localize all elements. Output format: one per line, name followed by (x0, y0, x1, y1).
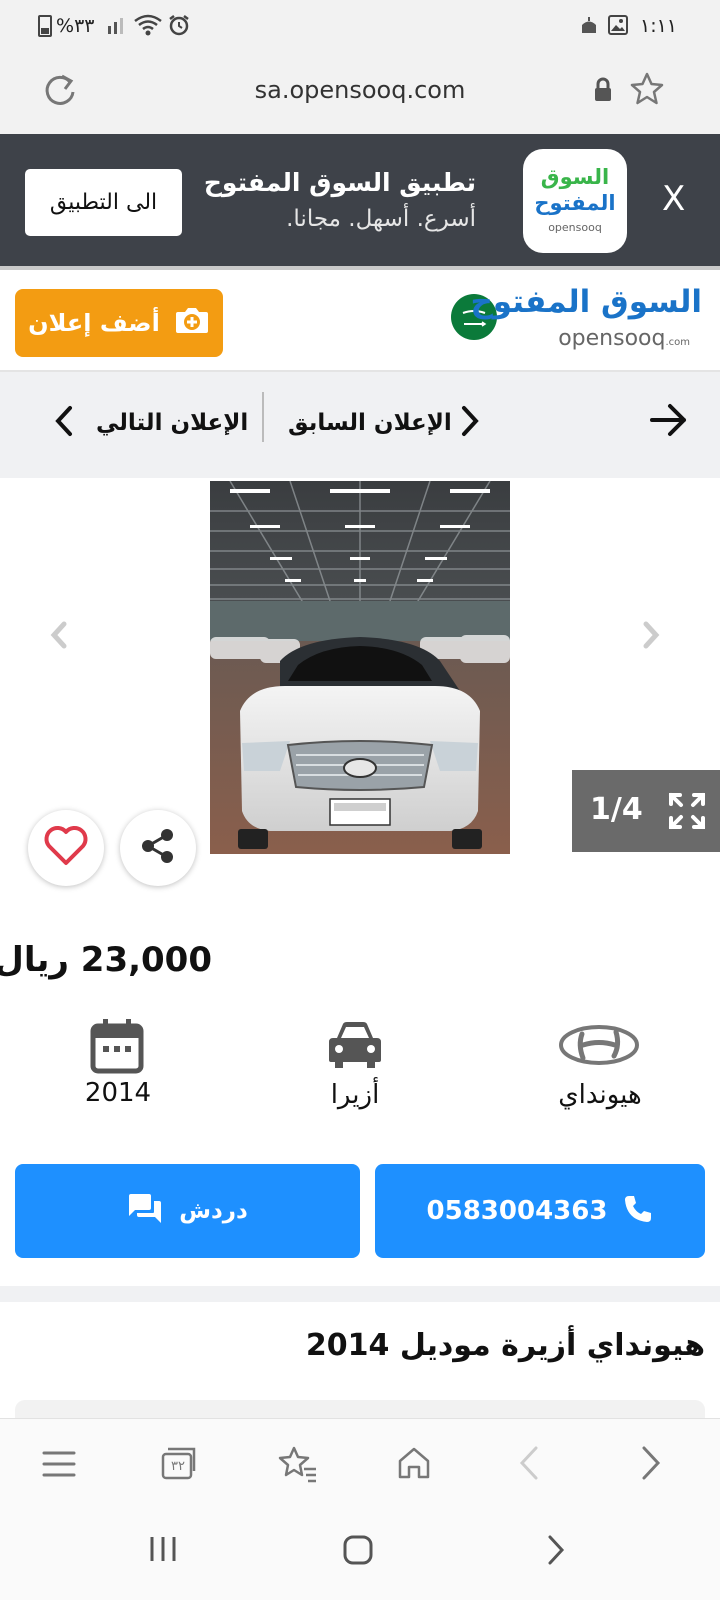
recent-apps-icon[interactable] (148, 1534, 178, 1568)
image-icon (608, 15, 628, 40)
site-logo-arabic: السوق المفتوح (470, 284, 702, 320)
home-button-icon[interactable] (342, 1534, 374, 1570)
tab-count: ٣٢ (171, 1459, 185, 1474)
call-button[interactable]: 0583004363 (375, 1164, 705, 1258)
lock-icon[interactable] (592, 76, 614, 108)
spec-model-label: أزيرا (330, 1080, 380, 1110)
back-icon[interactable] (518, 1445, 540, 1485)
chat-label: دردش (179, 1198, 248, 1224)
section-divider (0, 1286, 720, 1302)
system-back-icon[interactable] (546, 1534, 566, 1570)
phone-icon (623, 1194, 653, 1228)
browser-toolbar: ٣٢ (0, 1418, 720, 1510)
listing-price: 23,000 ريال (0, 940, 212, 980)
forward-icon[interactable] (640, 1445, 662, 1485)
chat-icon (127, 1193, 163, 1229)
status-time: ١:١١ (640, 15, 678, 37)
calendar-icon (90, 1018, 144, 1078)
ad-title: هيونداي أزيرة موديل 2014 (305, 1328, 705, 1363)
nav-divider (262, 392, 264, 442)
photo-counter-text: 1/4 (590, 792, 643, 827)
share-icon (138, 826, 178, 870)
logo-line-1: السوق (540, 165, 610, 189)
previous-ad-link[interactable]: الإعلان السابق (288, 410, 452, 436)
close-banner-button[interactable]: X (662, 179, 685, 219)
bookmarks-icon[interactable] (278, 1445, 318, 1487)
gallery-prev-icon[interactable] (44, 618, 74, 656)
opensooq-site-logo[interactable]: السوق المفتوح opensooq.com (470, 282, 702, 362)
car-photo[interactable] (210, 480, 510, 854)
post-ad-button[interactable]: أضف إعلان (15, 289, 223, 357)
next-ad-link[interactable]: الإعلان التالي (96, 410, 248, 436)
mosque-icon (580, 16, 598, 39)
system-navigation-bar (0, 1510, 720, 1600)
spec-year: 2014 (38, 1018, 198, 1118)
details-card-edge (15, 1400, 705, 1420)
site-logo-latin: opensooq.com (558, 326, 690, 351)
camera-add-icon (174, 305, 210, 341)
gallery-next-icon[interactable] (636, 618, 666, 656)
logo-line-2: المفتوح (534, 191, 616, 215)
share-button[interactable] (120, 810, 196, 886)
hyundai-logo-icon (556, 1020, 642, 1074)
app-install-banner: الى التطبيق تطبيق السوق المفتوح أسرع. أس… (0, 134, 720, 270)
signal-icon (106, 14, 128, 41)
logo-latin: opensooq (548, 221, 602, 234)
chevron-left-icon[interactable] (52, 404, 76, 442)
status-bar: %٣٣ ١:١١ (0, 0, 720, 54)
photo-gallery: 1/4 (0, 478, 720, 886)
tabs-icon[interactable]: ٣٢ (160, 1445, 198, 1481)
post-ad-label: أضف إعلان (28, 309, 160, 337)
url-bar: sa.opensooq.com (0, 54, 720, 134)
chevron-right-icon[interactable] (458, 404, 482, 442)
car-icon (327, 1020, 383, 1076)
ad-navigation-bar: الإعلان التالي الإعلان السابق (0, 372, 720, 478)
site-header: أضف إعلان السوق المفتوح opensooq.com (0, 274, 720, 372)
open-app-button[interactable]: الى التطبيق (25, 169, 182, 236)
fullscreen-icon[interactable] (668, 792, 706, 838)
home-icon[interactable] (396, 1445, 432, 1485)
alarm-icon (168, 14, 190, 41)
favorite-button[interactable] (28, 810, 104, 886)
back-arrow-icon[interactable] (648, 400, 690, 444)
spec-year-label: 2014 (84, 1078, 152, 1108)
spec-brand-label: هيونداي (558, 1080, 642, 1110)
battery-percent: %٣٣ (56, 15, 95, 37)
battery-icon (38, 15, 52, 37)
banner-title: تطبيق السوق المفتوح (203, 168, 476, 197)
bookmark-star-icon[interactable] (628, 70, 666, 112)
spec-brand: هيونداي (520, 1020, 680, 1120)
heart-icon (43, 825, 89, 871)
chat-button[interactable]: دردش (15, 1164, 360, 1258)
spec-model: أزيرا (275, 1020, 435, 1120)
phone-number: 0583004363 (426, 1196, 608, 1226)
banner-subtitle: أسرع. أسهل. مجانا. (286, 206, 476, 232)
wifi-icon (133, 13, 163, 42)
menu-icon[interactable] (42, 1449, 76, 1483)
photo-counter[interactable]: 1/4 (572, 770, 720, 852)
opensooq-app-logo: السوق المفتوح opensooq (523, 149, 627, 253)
